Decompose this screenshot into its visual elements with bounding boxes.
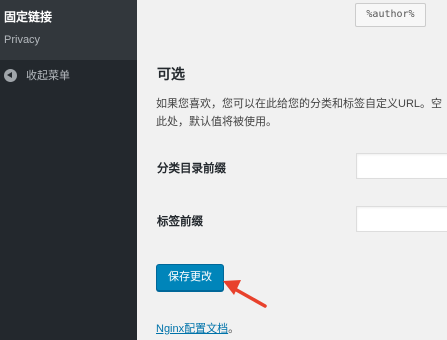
- doc-link-line: Nginx配置文档。: [156, 320, 239, 336]
- tag-base-input[interactable]: [356, 206, 447, 232]
- doc-link-suffix: 。: [228, 323, 240, 335]
- sidebar-item-permalinks[interactable]: 固定链接: [4, 8, 52, 25]
- admin-sidebar: 固定链接 Privacy 收起菜单: [0, 0, 137, 340]
- settings-content: %author% 可选 如果您喜欢，您可以在此给您的分类和标签自定义URL。空此…: [137, 0, 447, 340]
- collapse-arrow-icon: [4, 68, 17, 82]
- category-base-input[interactable]: [356, 153, 447, 179]
- collapse-menu-label: 收起菜单: [26, 70, 70, 82]
- save-changes-button[interactable]: 保存更改: [156, 264, 224, 291]
- nginx-doc-link[interactable]: Nginx配置文档: [156, 323, 228, 335]
- sidebar-item-privacy[interactable]: Privacy: [4, 34, 40, 46]
- section-title: 可选: [157, 66, 185, 82]
- section-description: 如果您喜欢，您可以在此给您的分类和标签自定义URL。空此处，默认值将被使用。: [156, 98, 443, 128]
- author-tag-button[interactable]: %author%: [355, 3, 426, 27]
- collapse-menu-button[interactable]: 收起菜单: [4, 67, 70, 83]
- category-base-label: 分类目录前缀: [157, 163, 226, 175]
- tag-base-label: 标签前缀: [157, 216, 203, 228]
- settings-submenu: 固定链接 Privacy: [0, 0, 137, 60]
